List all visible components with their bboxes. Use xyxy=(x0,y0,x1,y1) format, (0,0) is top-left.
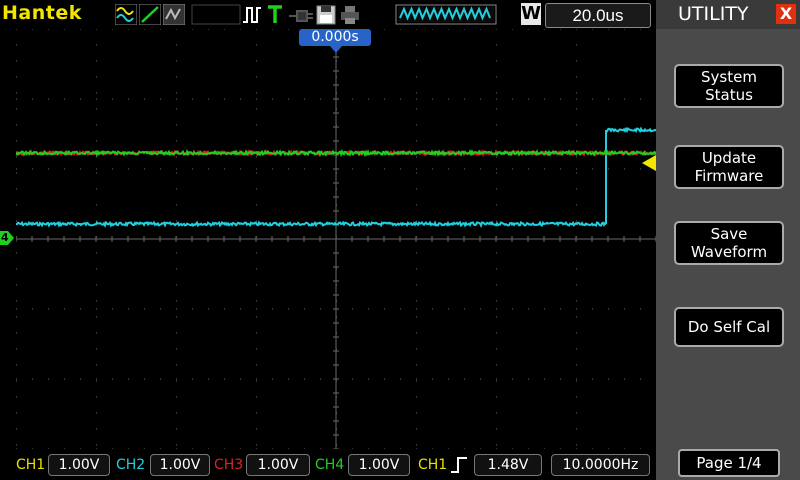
top-status-bar: Hantek W 20.0us xyxy=(0,0,656,29)
trigger-T-icon xyxy=(268,5,282,23)
memory-depth-icon xyxy=(191,4,241,25)
trigger-source-label[interactable]: CH1 xyxy=(418,457,447,473)
brand-logo: Hantek xyxy=(2,2,82,24)
waveform-display xyxy=(16,29,656,449)
ch2-trace-high xyxy=(605,126,656,134)
run-stop-icon[interactable] xyxy=(241,4,263,25)
memory-depth-icon xyxy=(395,4,497,25)
trigger-position-marker-icon xyxy=(330,46,342,53)
probe-icon xyxy=(289,10,313,22)
slope-icon[interactable] xyxy=(139,4,161,25)
timebase-mode-badge: W xyxy=(521,3,541,25)
ch1-label[interactable]: CH1 xyxy=(16,457,45,473)
rising-edge-icon xyxy=(451,457,467,473)
close-icon[interactable]: X xyxy=(776,4,796,24)
ch4-scale[interactable]: 1.00V xyxy=(348,454,410,476)
printer-icon[interactable] xyxy=(339,4,361,25)
ch4-marker-label: 4 xyxy=(1,231,9,244)
ch1-scale[interactable]: 1.00V xyxy=(48,454,110,476)
system-status-button[interactable]: System Status xyxy=(674,64,784,108)
page-button[interactable]: Page 1/4 xyxy=(678,449,780,477)
save-waveform-button[interactable]: Save Waveform xyxy=(674,221,784,265)
timebase-readout[interactable]: 20.0us xyxy=(545,3,651,28)
waveform-grid xyxy=(16,29,656,449)
waveform-math-icon[interactable] xyxy=(115,4,137,25)
trigger-level-marker-icon xyxy=(642,155,656,171)
oscilloscope-screen: Hantek W 20.0us 0.000s 4 UTILITY X Syste… xyxy=(0,0,800,480)
menu-title: UTILITY xyxy=(678,3,749,25)
trigger-frequency: 10.0000Hz xyxy=(551,454,650,476)
save-disk-icon[interactable] xyxy=(315,4,337,25)
trigger-position-readout[interactable]: 0.000s xyxy=(299,29,371,46)
ch4-trace xyxy=(16,148,656,158)
update-firmware-button[interactable]: Update Firmware xyxy=(674,145,784,189)
ch3-label[interactable]: CH3 xyxy=(214,457,243,473)
ch2-scale[interactable]: 1.00V xyxy=(150,454,210,476)
ch4-label[interactable]: CH4 xyxy=(315,457,344,473)
channel-status-bar: CH1 1.00V CH2 1.00V CH3 1.00V CH4 1.00V … xyxy=(0,449,656,480)
self-cal-button[interactable]: Do Self Cal xyxy=(674,307,784,347)
menu-title-bar: UTILITY X xyxy=(656,0,800,29)
ch2-label[interactable]: CH2 xyxy=(116,457,145,473)
ch3-scale[interactable]: 1.00V xyxy=(246,454,310,476)
ch2-trace-low xyxy=(16,220,607,229)
trace-icon[interactable] xyxy=(163,4,185,25)
trigger-level[interactable]: 1.48V xyxy=(474,454,542,476)
